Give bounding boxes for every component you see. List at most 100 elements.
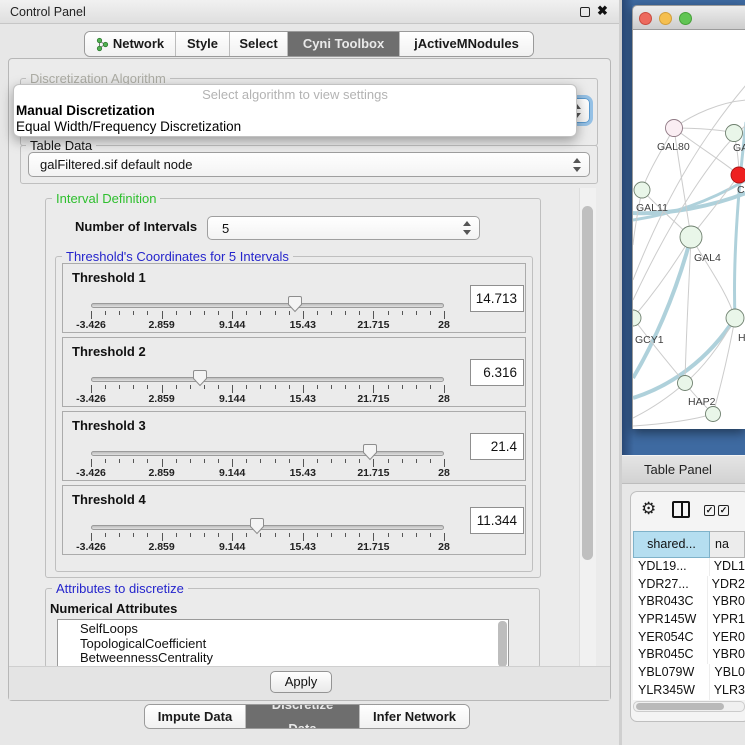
slider-tick bbox=[133, 385, 134, 389]
table-row[interactable]: YBR045CYBR0 bbox=[633, 646, 745, 664]
threshold-value-field[interactable]: 11.344 bbox=[470, 507, 524, 534]
cell-shared-name[interactable]: YBL079W bbox=[633, 664, 709, 682]
float-window-icon[interactable] bbox=[580, 7, 590, 17]
slider-tick bbox=[162, 385, 163, 393]
slider-scale: -3.4262.8599.14415.4321.71528 bbox=[91, 467, 444, 479]
node-gal80[interactable] bbox=[666, 120, 683, 137]
cell-name[interactable]: YER0 bbox=[707, 629, 745, 647]
tab-discretize-data[interactable]: Discretize Data bbox=[245, 705, 359, 728]
attribute-list-item[interactable]: BetweennessCentrality bbox=[58, 651, 508, 666]
table-row[interactable]: YDR27...YDR2 bbox=[633, 576, 745, 594]
slider-tick bbox=[317, 311, 318, 315]
table-data-combobox[interactable]: galFiltered.sif default node bbox=[28, 152, 590, 177]
table-row[interactable]: YBR043CYBR0 bbox=[633, 593, 745, 611]
app-root: Control Panel ✖ Network Style Select Cyn… bbox=[0, 0, 745, 745]
node[interactable] bbox=[726, 125, 743, 142]
checkbox-icon[interactable]: ✓ bbox=[718, 505, 729, 516]
slider-tick bbox=[133, 459, 134, 463]
threshold-value-field[interactable]: 21.4 bbox=[470, 433, 524, 460]
panel-scrollbar-thumb[interactable] bbox=[582, 206, 593, 560]
threshold-slider-track[interactable] bbox=[91, 303, 444, 308]
popup-option-manual-discretization[interactable]: Manual Discretization bbox=[14, 103, 576, 119]
table-hscrollbar-thumb[interactable] bbox=[636, 703, 724, 710]
tab-cyni-toolbox[interactable]: Cyni Toolbox bbox=[287, 32, 399, 56]
network-canvas[interactable]: GAL80 GA C GAL11 GAL4 GCY1 H HAP2 bbox=[632, 30, 745, 429]
attribute-list-item[interactable]: SelfLoops bbox=[58, 620, 508, 637]
node-h[interactable] bbox=[726, 309, 744, 327]
columns-icon[interactable] bbox=[672, 501, 690, 518]
slider-scale: -3.4262.8599.14415.4321.71528 bbox=[91, 393, 444, 405]
column-header-shared-name[interactable]: shared... bbox=[633, 531, 710, 558]
attribute-list-item[interactable]: TopologicalCoefficient bbox=[58, 637, 508, 652]
cell-shared-name[interactable]: YPR145W bbox=[633, 611, 707, 629]
slider-scale-label: -3.426 bbox=[76, 319, 106, 331]
tab-select[interactable]: Select bbox=[229, 32, 287, 56]
threshold-slider-track[interactable] bbox=[91, 451, 444, 456]
gear-icon[interactable]: ⚙ bbox=[641, 499, 656, 519]
tab-style[interactable]: Style bbox=[175, 32, 229, 56]
cell-name[interactable]: YPR1 bbox=[707, 611, 745, 629]
slider-scale-label: 21.715 bbox=[357, 541, 389, 553]
slider-tick bbox=[162, 533, 163, 541]
cell-name[interactable]: YLR3 bbox=[709, 682, 745, 700]
slider-tick bbox=[204, 459, 205, 463]
node-gcy1[interactable] bbox=[633, 310, 641, 326]
cell-shared-name[interactable]: YDL19... bbox=[633, 558, 709, 576]
slider-tick bbox=[232, 459, 233, 467]
cell-shared-name[interactable]: YLR345W bbox=[633, 682, 709, 700]
table-row[interactable]: YER054CYER0 bbox=[633, 629, 745, 647]
tab-network[interactable]: Network bbox=[85, 32, 175, 56]
slider-tick bbox=[317, 385, 318, 389]
node-gal11[interactable] bbox=[634, 182, 650, 198]
slider-scale-label: 2.859 bbox=[148, 319, 174, 331]
tab-label: Impute Data bbox=[158, 705, 232, 729]
column-header-name[interactable]: na bbox=[710, 531, 745, 558]
apply-button[interactable]: Apply bbox=[270, 671, 332, 693]
node-gal4[interactable] bbox=[680, 226, 702, 248]
cell-name[interactable]: YBR0 bbox=[707, 646, 745, 664]
node-hap2[interactable] bbox=[678, 376, 693, 391]
node[interactable] bbox=[706, 407, 721, 422]
cell-shared-name[interactable]: YIL052C bbox=[633, 700, 710, 701]
cell-shared-name[interactable]: YDR27... bbox=[633, 576, 707, 594]
table-row[interactable]: YLR345WYLR3 bbox=[633, 682, 745, 700]
table-row[interactable]: YPR145WYPR1 bbox=[633, 611, 745, 629]
table-hscrollbar-track[interactable] bbox=[633, 701, 745, 712]
cell-name[interactable]: YBL0 bbox=[709, 664, 745, 682]
threshold-slider-track[interactable] bbox=[91, 377, 444, 382]
close-icon[interactable]: ✖ bbox=[597, 3, 608, 19]
checkbox-icon[interactable]: ✓ bbox=[704, 505, 715, 516]
slider-tick bbox=[289, 385, 290, 389]
number-of-intervals-combobox[interactable]: 5 bbox=[207, 216, 480, 240]
cell-name[interactable]: YDL1 bbox=[709, 558, 745, 576]
cell-shared-name[interactable]: YBR045C bbox=[633, 646, 707, 664]
tab-jactivemnodules[interactable]: jActiveMNodules bbox=[399, 32, 533, 56]
threshold-slider-track[interactable] bbox=[91, 525, 444, 530]
node-red[interactable] bbox=[731, 167, 745, 183]
cell-name[interactable]: YBR0 bbox=[707, 593, 745, 611]
tab-label: Infer Network bbox=[373, 705, 456, 729]
table-row[interactable]: YDL19...YDL1 bbox=[633, 558, 745, 576]
tab-infer-network[interactable]: Infer Network bbox=[359, 705, 469, 728]
minimize-traffic-light-icon[interactable] bbox=[659, 12, 672, 25]
cell-name[interactable]: YDR2 bbox=[707, 576, 745, 594]
popup-option-equal-width-frequency[interactable]: Equal Width/Frequency Discretization bbox=[14, 119, 576, 135]
zoom-traffic-light-icon[interactable] bbox=[679, 12, 692, 25]
node-label: GAL80 bbox=[657, 141, 690, 153]
cell-shared-name[interactable]: YBR043C bbox=[633, 593, 707, 611]
tab-impute-data[interactable]: Impute Data bbox=[145, 705, 245, 728]
table-row[interactable]: YIL052CYIL0 bbox=[633, 700, 745, 701]
table-row[interactable]: YBL079WYBL0 bbox=[633, 664, 745, 682]
threshold-value-field[interactable]: 14.713 bbox=[470, 285, 524, 312]
threshold-block: Threshold 4 -3.4262.8599.14415.4321.7152… bbox=[62, 485, 526, 555]
cell-shared-name[interactable]: YER054C bbox=[633, 629, 707, 647]
slider-tick bbox=[416, 459, 417, 463]
network-window-titlebar[interactable] bbox=[632, 5, 745, 30]
numerical-attributes-list: SelfLoopsTopologicalCoefficientBetweenne… bbox=[57, 619, 509, 668]
list-scrollbar-thumb[interactable] bbox=[498, 621, 507, 667]
cell-name[interactable]: YIL0 bbox=[710, 700, 741, 701]
threshold-value-field[interactable]: 6.316 bbox=[470, 359, 524, 386]
group-title-thresholds: Threshold's Coordinates for 5 Intervals bbox=[62, 249, 293, 264]
close-traffic-light-icon[interactable] bbox=[639, 12, 652, 25]
slider-tick bbox=[105, 533, 106, 537]
